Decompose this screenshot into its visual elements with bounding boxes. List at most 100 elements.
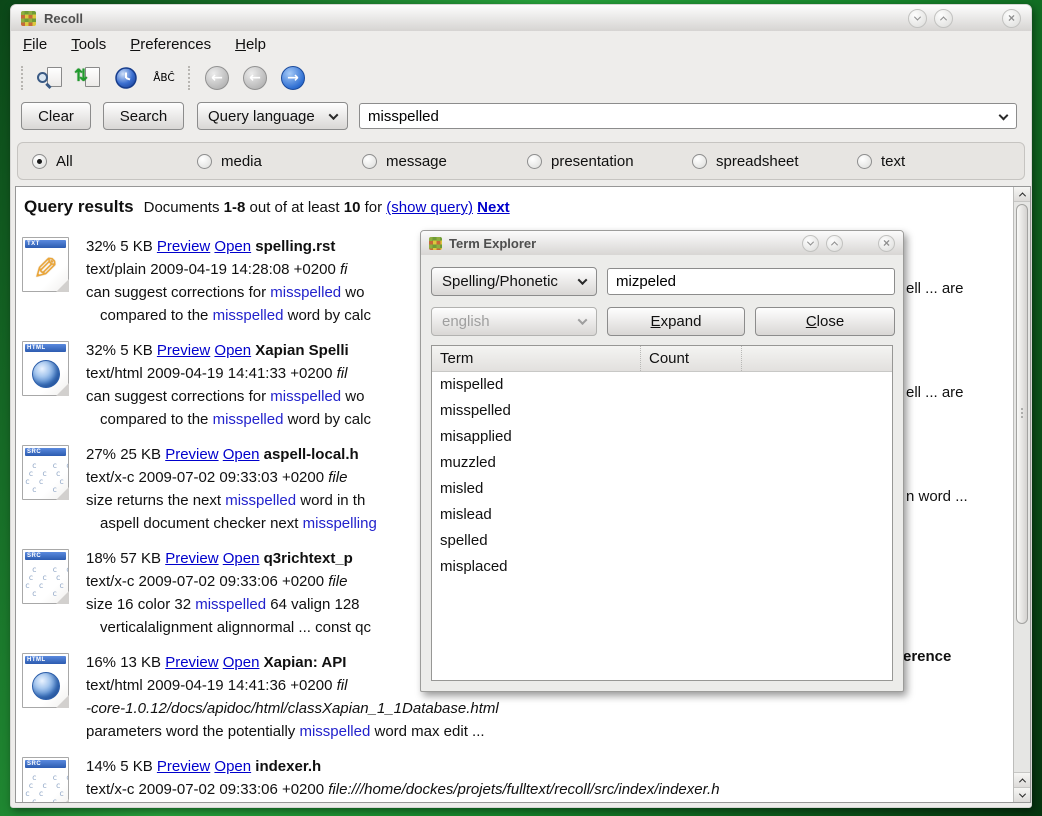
filter-media[interactable]: media [197,153,362,170]
dialog-shade-button[interactable] [802,235,819,252]
previous-page-button[interactable]: ← [241,64,269,92]
spell-abc-icon: ÅBĈ [153,72,175,84]
scroll-up-button-2[interactable] [1014,772,1030,787]
recoll-app-icon [429,237,442,250]
radio-button[interactable] [32,154,47,169]
term-row[interactable]: mispelled [432,372,892,398]
column-term[interactable]: Term [432,346,640,371]
menu-preferences[interactable]: Preferences [130,36,211,53]
title-bar[interactable]: Recoll × [11,5,1031,31]
result-item: SRCc c c cc c cc c cc c14% 5 KB Preview … [22,755,1010,803]
dialog-title-bar[interactable]: Term Explorer × [421,231,903,255]
open-link[interactable]: Open [214,238,251,255]
close-button[interactable]: Close [755,307,895,336]
chevron-down-icon [914,13,921,20]
preview-link[interactable]: Preview [157,758,210,775]
close-button[interactable]: × [1002,9,1021,28]
expansion-mode-select[interactable]: Spelling/Phonetic [431,267,597,296]
arrow-left-icon: ← [205,66,229,90]
advanced-search-button[interactable] [36,64,64,92]
preview-link[interactable]: Preview [157,238,210,255]
scroll-up-button[interactable] [1014,187,1030,202]
menu-tools[interactable]: Tools [71,36,106,53]
radio-label: text [881,153,905,170]
search-button[interactable]: Search [103,102,184,130]
radio-button[interactable] [197,154,212,169]
radio-button[interactable] [692,154,707,169]
next-page-button[interactable]: → [279,64,307,92]
sort-parameters-button[interactable]: ⇅ [74,64,102,92]
menu-file[interactable]: File [23,36,47,53]
term-input[interactable] [607,268,895,295]
scroll-down-button[interactable] [1014,787,1030,802]
term-explorer-button[interactable]: ÅBĈ [150,64,178,92]
doc-icon-src: SRCc c c cc c cc c cc c [22,549,69,604]
term-row[interactable]: muzzled [432,450,892,476]
result-line: compared to the misspelled word by calc [86,304,423,327]
preview-link[interactable]: Preview [165,550,218,567]
up-down-arrows-icon: ⇅ [74,68,88,85]
result-line: text/x-c 2009-07-02 09:33:06 +0200 file [86,570,423,593]
query-input-combo [359,103,1017,129]
query-language-select[interactable]: Query language [197,102,348,130]
term-table-body: mispelledmisspelledmisappliedmuzzledmisl… [432,372,892,580]
chevron-down-icon [329,110,339,120]
term-table-header[interactable]: Term Count [432,346,892,372]
scrollbar-thumb[interactable] [1016,204,1028,624]
radio-button[interactable] [857,154,872,169]
term-row[interactable]: mislead [432,502,892,528]
search-query-input[interactable] [359,103,1017,129]
filter-presentation[interactable]: presentation [527,153,692,170]
radio-label: presentation [551,153,634,170]
filter-spreadsheet[interactable]: spreadsheet [692,153,857,170]
term-row[interactable]: misled [432,476,892,502]
term-row[interactable]: misplaced [432,554,892,580]
result-line: can suggest corrections for misspelled w… [86,385,423,408]
open-link[interactable]: Open [214,758,251,775]
results-scrollbar[interactable] [1013,187,1030,802]
open-link[interactable]: Open [223,446,260,463]
filter-all[interactable]: All [32,153,197,170]
radio-button[interactable] [527,154,542,169]
term-row[interactable]: spelled [432,528,892,554]
open-link[interactable]: Open [223,550,260,567]
clear-button[interactable]: Clear [21,102,91,130]
term-input-wrap [607,268,895,295]
show-query-link[interactable]: (show query) [386,199,473,216]
magnifier-icon [37,72,48,83]
query-results-title: Query results [24,197,134,217]
filter-text[interactable]: text [857,153,1022,170]
chevron-up-icon [1018,778,1025,785]
next-page-link[interactable]: Next [477,199,510,216]
first-page-button[interactable]: ← [203,64,231,92]
filter-message[interactable]: message [362,153,527,170]
preview-link[interactable]: Preview [165,446,218,463]
open-link[interactable]: Open [223,654,260,671]
radio-label: All [56,153,73,170]
doc-icon-src: SRCc c c cc c cc c cc c [22,445,69,500]
toolbar-handle[interactable] [21,66,26,90]
menu-help[interactable]: Help [235,36,266,53]
preview-link[interactable]: Preview [165,654,218,671]
clipped-text-fragment: erence [903,648,951,665]
result-line: text/plain 2009-04-19 14:28:08 +0200 fi [86,258,423,281]
chevron-up-icon [831,241,838,248]
preview-link[interactable]: Preview [157,342,210,359]
column-count[interactable]: Count [640,346,742,371]
dialog-close-button[interactable]: × [878,235,895,252]
chevron-down-icon [807,238,814,245]
search-row: Clear Search Query language [11,101,1031,133]
expand-button[interactable]: Expand [607,307,745,336]
close-icon: × [883,237,890,249]
open-link[interactable]: Open [214,342,251,359]
history-button[interactable] [112,64,140,92]
dialog-maximize-button[interactable] [826,235,843,252]
doc-icon-html: HTML [22,653,69,708]
radio-button[interactable] [362,154,377,169]
term-row[interactable]: misspelled [432,398,892,424]
maximize-button[interactable] [934,9,953,28]
clipped-text-fragment: n word ... [906,488,968,505]
shade-button[interactable] [908,9,927,28]
term-row[interactable]: misapplied [432,424,892,450]
document-icon [47,67,62,87]
